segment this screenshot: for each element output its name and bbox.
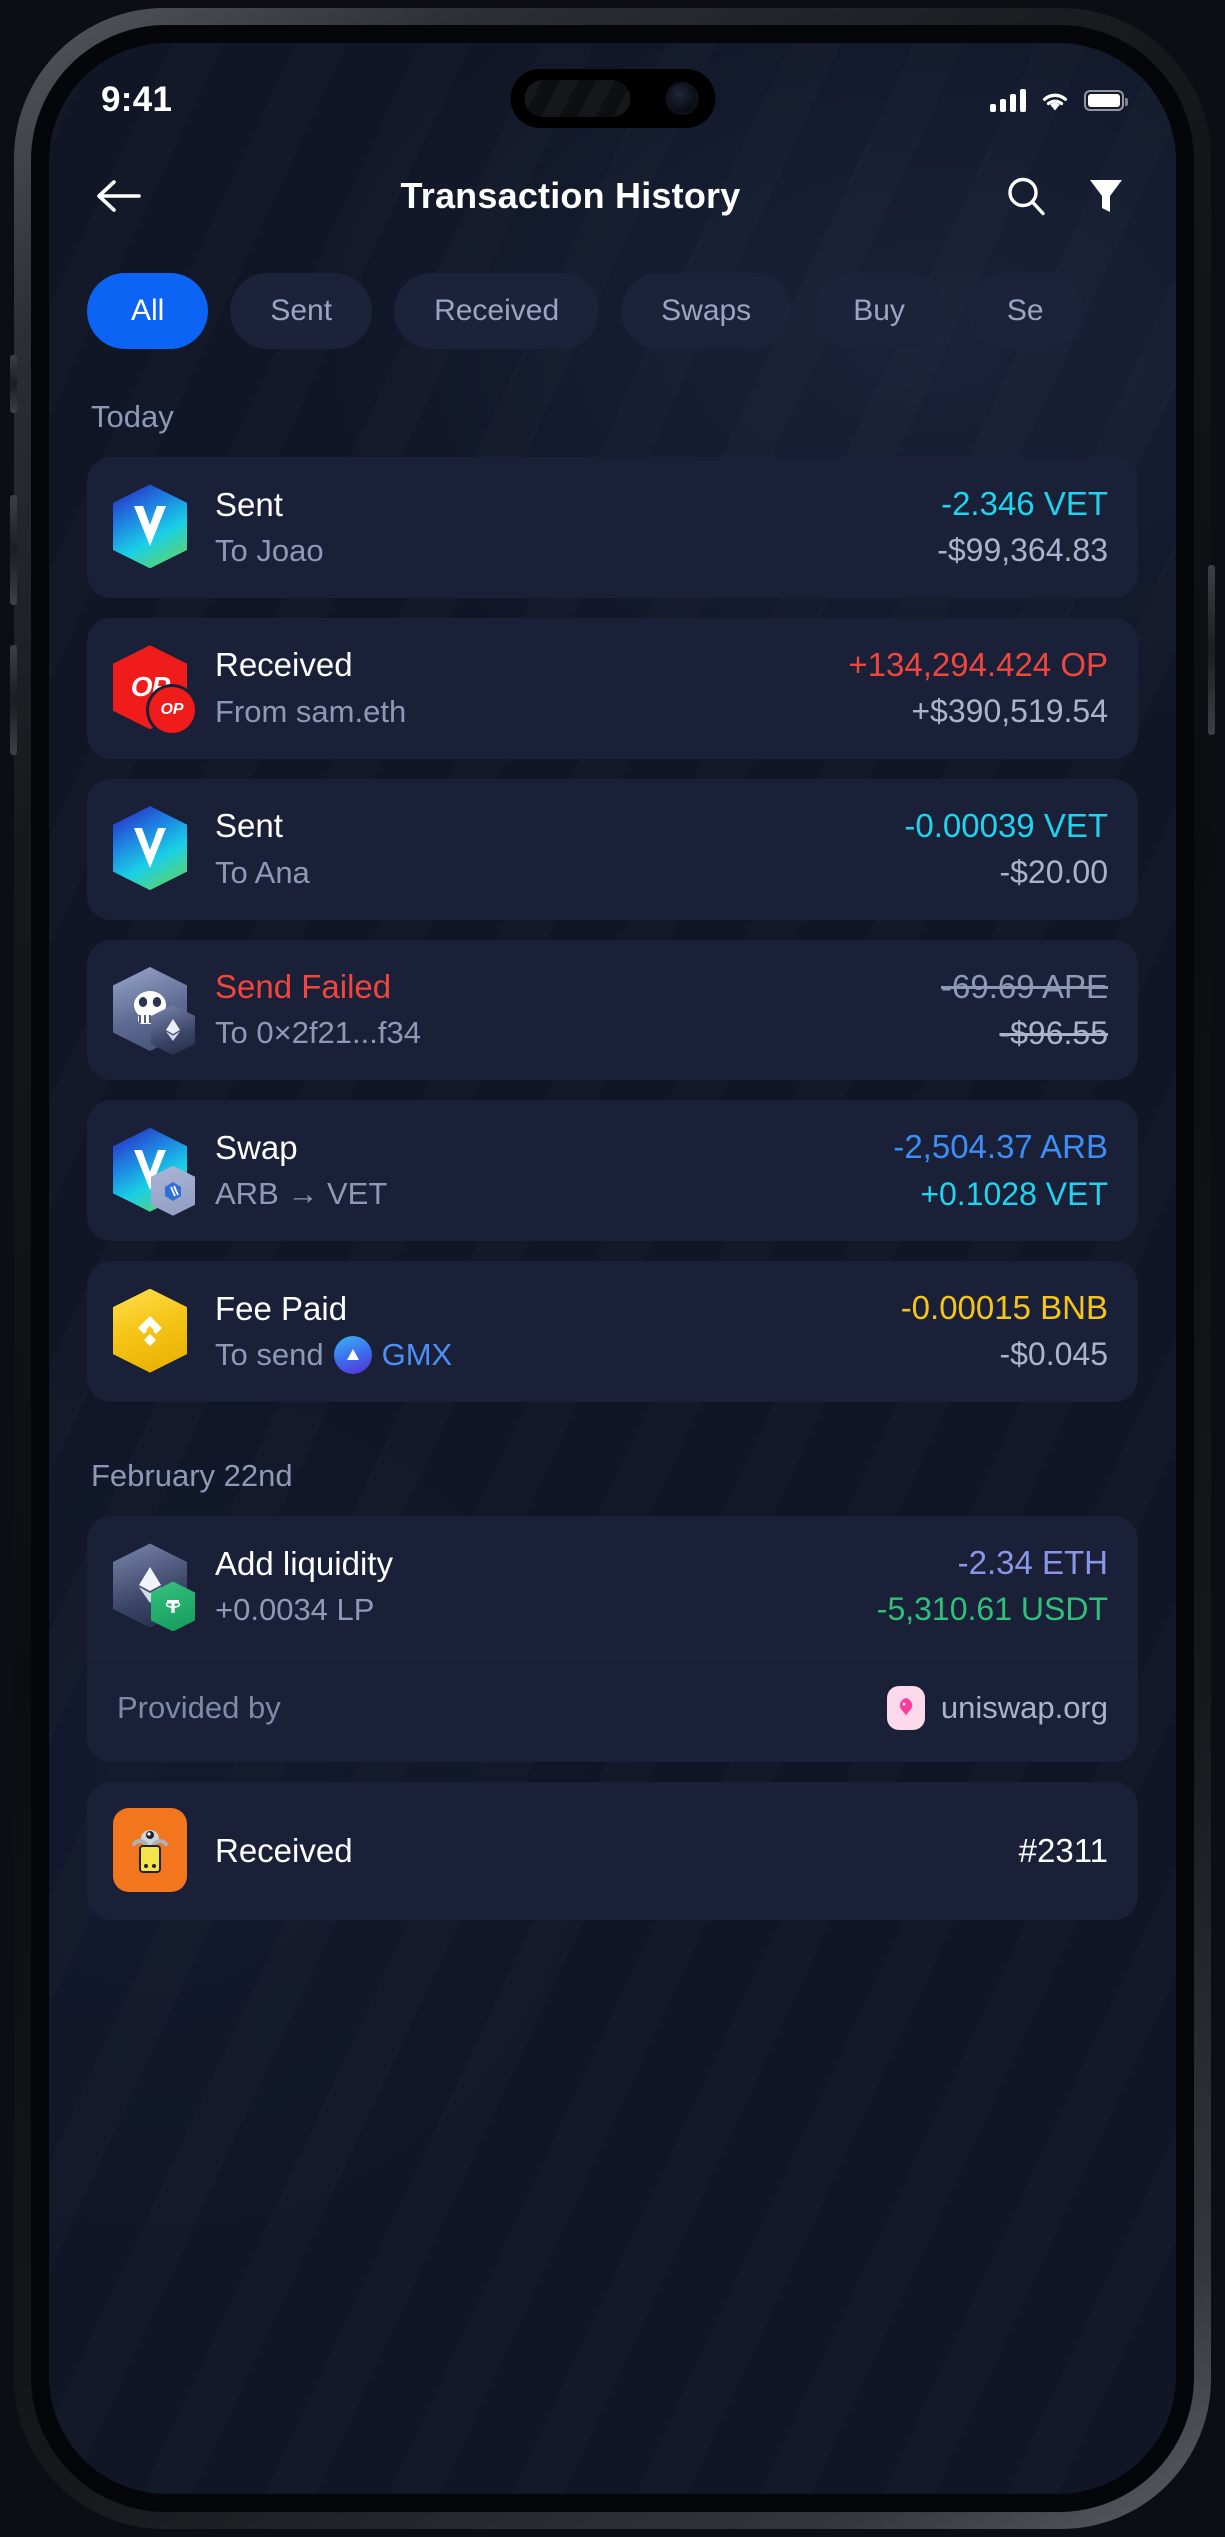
transaction-subtitle: To Joao — [215, 532, 324, 568]
transaction-amount: -2.34 ETH — [957, 1544, 1108, 1582]
app-header: Transaction History — [49, 148, 1176, 244]
transaction-subtitle: +0.0034 LP — [215, 1591, 375, 1627]
transaction-fiat-value: -$0.045 — [999, 1336, 1108, 1373]
filter-icon — [1090, 180, 1122, 212]
provided-by-row[interactable]: Provided by uniswap.org — [87, 1657, 1138, 1762]
silent-switch-button[interactable] — [10, 355, 17, 413]
search-icon — [1008, 177, 1045, 216]
provided-by-label: Provided by — [117, 1689, 281, 1725]
transaction-row[interactable]: Add liquidity +0.0034 LP -2.34 ETH -5,31… — [87, 1516, 1138, 1762]
optimism-token-icon: OP OP — [113, 645, 195, 734]
transaction-title: Swap — [215, 1129, 298, 1167]
page-title: Transaction History — [400, 175, 741, 216]
filter-chip-sell[interactable]: Se — [966, 273, 1084, 349]
gmx-token-icon — [333, 1336, 372, 1375]
front-camera-icon — [665, 82, 698, 115]
provider-name: uniswap.org — [940, 1689, 1108, 1725]
vechain-token-icon — [113, 806, 191, 892]
filter-chip-received[interactable]: Received — [394, 273, 600, 349]
search-button[interactable] — [1000, 170, 1052, 222]
ethereum-token-icon — [113, 1543, 195, 1632]
transaction-row[interactable]: Received #2311 — [87, 1781, 1138, 1920]
section-header-today: Today — [91, 399, 174, 434]
filter-chip-all[interactable]: All — [87, 273, 209, 349]
transaction-amount: -0.00039 VET — [904, 806, 1108, 844]
filter-chip-list[interactable]: All Sent Received Swaps Buy Se — [49, 265, 1176, 357]
nft-collection-icon — [113, 1807, 191, 1894]
transaction-fiat-value: -5,310.61 USDT — [876, 1591, 1108, 1628]
transaction-subtitle: From sam.eth — [215, 693, 407, 729]
transaction-title: Add liquidity — [215, 1544, 393, 1582]
provider-link[interactable]: uniswap.org — [886, 1685, 1108, 1730]
transaction-subtitle: To send — [215, 1337, 324, 1373]
transaction-subtitle: To 0×2f21...f34 — [215, 1015, 421, 1051]
transaction-title: Send Failed — [215, 968, 392, 1006]
phone-screen: 9:41 Transaction History All Sent Receiv… — [49, 43, 1176, 2494]
filter-button[interactable] — [1080, 170, 1132, 222]
transaction-title: Sent — [215, 807, 283, 845]
transaction-subtitle: To Ana — [215, 854, 310, 890]
transaction-fiat-value: -$99,364.83 — [937, 532, 1108, 569]
transaction-subtitle: ARB → VET — [215, 1176, 388, 1212]
transaction-amount: -0.00015 BNB — [900, 1289, 1108, 1327]
vechain-token-icon — [113, 1127, 195, 1216]
apecoin-token-icon — [113, 966, 195, 1055]
back-arrow-icon — [97, 180, 141, 212]
uniswap-icon — [886, 1685, 925, 1730]
transaction-fiat-value: -$20.00 — [999, 853, 1108, 890]
transaction-amount: -69.69 APE — [941, 967, 1108, 1005]
transaction-row[interactable]: Swap ARB → VET -2,504.37 ARB +0.1028 VET — [87, 1100, 1138, 1242]
speaker-pill-icon — [524, 80, 630, 117]
power-button[interactable] — [1208, 565, 1215, 735]
volume-up-button[interactable] — [10, 495, 17, 605]
battery-icon — [1084, 89, 1128, 111]
filter-chip-swaps[interactable]: Swaps — [621, 273, 792, 349]
transaction-subtitle-group: To send GMX — [215, 1335, 885, 1375]
phone-bezel: 9:41 Transaction History All Sent Receiv… — [10, 25, 1215, 2512]
transaction-amount: +134,294.424 OP — [848, 645, 1108, 683]
transaction-amount: #2311 — [1018, 1832, 1108, 1870]
transaction-list[interactable]: Today Sent To Joao -2.346 VET -$99,364.8… — [49, 363, 1176, 2494]
volume-down-button[interactable] — [10, 645, 17, 755]
gmx-label: GMX — [381, 1337, 453, 1373]
transaction-row[interactable]: OP OP Received From sam.eth +134,294.424… — [87, 617, 1138, 759]
filter-chip-buy[interactable]: Buy — [813, 273, 945, 349]
wifi-icon — [1042, 93, 1068, 110]
optimism-badge-icon: OP — [149, 687, 195, 734]
transaction-title: Fee Paid — [215, 1289, 348, 1327]
vechain-token-icon — [113, 484, 191, 570]
transaction-fiat-value: +$390,519.54 — [911, 693, 1108, 730]
status-icons — [990, 88, 1128, 112]
transaction-amount: -2,504.37 ARB — [893, 1128, 1108, 1166]
header-actions — [1000, 170, 1132, 222]
cellular-signal-icon — [990, 88, 1026, 112]
transaction-title: Received — [215, 646, 353, 684]
transaction-title: Sent — [215, 485, 283, 523]
transaction-fiat-value: -$96.55 — [999, 1014, 1108, 1051]
transaction-row[interactable]: Sent To Ana -0.00039 VET -$20.00 — [87, 778, 1138, 920]
filter-chip-sent[interactable]: Sent — [230, 273, 373, 349]
bnb-token-icon — [113, 1288, 191, 1375]
transaction-amount: -2.346 VET — [941, 485, 1108, 522]
dynamic-island — [510, 69, 715, 128]
transaction-row[interactable]: Send Failed To 0×2f21...f34 -69.69 APE -… — [87, 939, 1138, 1081]
transaction-fiat-value: +0.1028 VET — [920, 1175, 1108, 1212]
back-button[interactable] — [87, 165, 149, 227]
section-header-february-22nd: February 22nd — [91, 1458, 293, 1494]
transaction-row[interactable]: Sent To Joao -2.346 VET -$99,364.83 — [87, 457, 1138, 598]
phone-device-frame: 9:41 Transaction History All Sent Receiv… — [10, 8, 1215, 2529]
status-time: 9:41 — [101, 80, 173, 119]
transaction-title: Received — [215, 1832, 353, 1870]
transaction-row[interactable]: Fee Paid To send GMX -0.00015 BNB -$0.04… — [87, 1261, 1138, 1403]
